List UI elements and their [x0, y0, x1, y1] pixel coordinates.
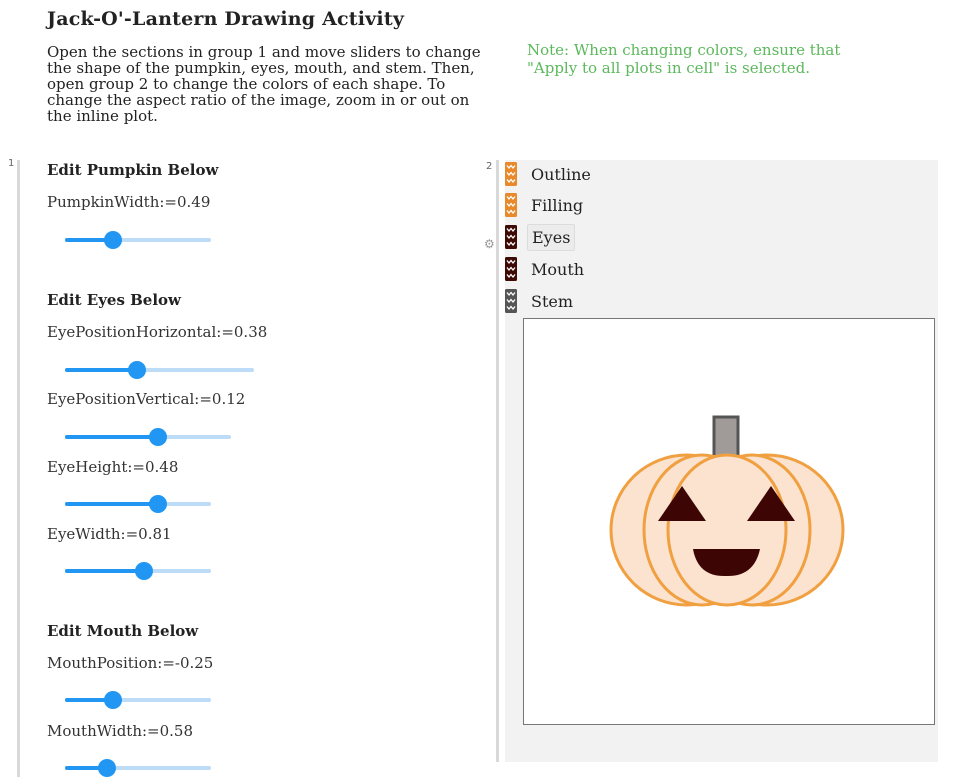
mouth-folder-icon: [505, 257, 517, 281]
eyes-section-heading[interactable]: Edit Eyes Below: [47, 291, 181, 309]
folder-stem-label: Stem: [531, 291, 574, 311]
slider-thumb[interactable]: [104, 231, 123, 249]
pumpkin-stem: [712, 415, 740, 461]
folder-filling[interactable]: Filling: [505, 192, 587, 218]
group-2-number: 2: [486, 161, 493, 172]
slider-thumb[interactable]: [127, 361, 146, 379]
slider-fill: [65, 435, 158, 439]
inline-plot[interactable]: [523, 318, 935, 725]
slider-thumb[interactable]: [98, 759, 117, 777]
folder-stem[interactable]: Stem: [505, 288, 577, 314]
slider-thumb[interactable]: [104, 691, 123, 709]
folder-outline-label: Outline: [531, 164, 591, 184]
mouth-width-slider[interactable]: [65, 759, 211, 777]
eye-horizontal-label: EyePositionHorizontal:=0.38: [47, 323, 268, 341]
folder-outline[interactable]: Outline: [505, 161, 595, 187]
eye-horizontal-slider[interactable]: [65, 361, 254, 379]
slider-thumb[interactable]: [149, 495, 168, 513]
group-1-number: 1: [8, 158, 15, 169]
folder-filling-label: Filling: [531, 195, 584, 215]
folder-eyes-label: Eyes: [527, 223, 576, 251]
pumpkin-width-slider[interactable]: [65, 231, 211, 249]
pumpkin-center-lobe: [666, 453, 788, 607]
slider-fill: [65, 569, 144, 573]
eye-height-slider[interactable]: [65, 495, 211, 513]
jack-o-lantern-drawing: [609, 415, 845, 607]
eye-height-label: EyeHeight:=0.48: [47, 458, 179, 476]
folder-mouth-label: Mouth: [531, 259, 585, 279]
group-1-bar[interactable]: [17, 160, 20, 777]
mouth-section-heading[interactable]: Edit Mouth Below: [47, 622, 198, 640]
slider-thumb[interactable]: [148, 428, 167, 446]
slider-thumb[interactable]: [134, 562, 153, 580]
eye-vertical-label: EyePositionVertical:=0.12: [47, 390, 246, 408]
pumpkin-section-heading[interactable]: Edit Pumpkin Below: [47, 161, 218, 179]
folder-mouth[interactable]: Mouth: [505, 256, 588, 282]
stem-folder-icon: [505, 289, 517, 313]
gear-icon[interactable]: ⚙: [484, 238, 496, 250]
eye-width-slider[interactable]: [65, 562, 211, 580]
eye-width-label: EyeWidth:=0.81: [47, 525, 172, 543]
folder-eyes[interactable]: Eyes: [505, 223, 576, 251]
color-note-text: Note: When changing colors, ensure that …: [527, 41, 841, 77]
eyes-folder-icon: [505, 225, 517, 249]
filling-folder-icon: [505, 193, 517, 217]
mouth-position-slider[interactable]: [65, 691, 211, 709]
mouth-width-label: MouthWidth:=0.58: [47, 722, 194, 740]
instructions-text: Open the sections in group 1 and move sl…: [47, 43, 481, 125]
page-title: Jack-O'-Lantern Drawing Activity: [47, 8, 405, 30]
group-2-bar[interactable]: [496, 160, 499, 762]
outline-folder-icon: [505, 162, 517, 186]
pumpkin-width-label: PumpkinWidth:=0.49: [47, 193, 211, 211]
slider-fill: [65, 368, 137, 372]
mouth-position-label: MouthPosition:=-0.25: [47, 654, 214, 672]
slider-fill: [65, 502, 159, 506]
eye-vertical-slider[interactable]: [65, 428, 231, 446]
